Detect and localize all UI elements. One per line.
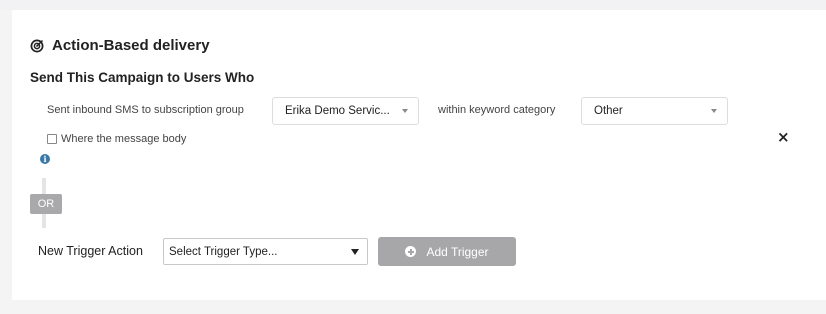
trigger-row: Sent inbound SMS to subscription group E… — [47, 97, 747, 125]
chevron-down-icon — [351, 249, 359, 255]
connector-line-bottom — [42, 214, 46, 228]
target-icon — [30, 39, 44, 52]
add-trigger-label: Add Trigger — [426, 244, 489, 259]
section-subtitle: Send This Campaign to Users Who — [30, 70, 255, 85]
connector-line-top — [42, 178, 46, 194]
new-trigger-label: New Trigger Action — [38, 244, 143, 258]
message-body-filter: Where the message body — [47, 133, 186, 145]
add-trigger-button[interactable]: Add Trigger — [378, 237, 516, 266]
chevron-down-icon — [711, 109, 717, 113]
trigger-type-value: Select Trigger Type... — [169, 246, 278, 258]
top-strip — [0, 0, 826, 10]
or-badge: OR — [30, 194, 62, 214]
keyword-category-label: within keyword category — [438, 104, 556, 116]
section-header: Action-Based delivery — [30, 37, 210, 54]
trigger-type-select[interactable]: Select Trigger Type... — [163, 238, 368, 265]
section-title: Action-Based delivery — [52, 37, 210, 54]
keyword-category-value: Other — [594, 105, 623, 117]
chevron-down-icon — [402, 109, 408, 113]
subscription-group-value: Erika Demo Servic... — [285, 105, 390, 117]
info-icon[interactable]: i — [40, 154, 50, 164]
close-icon[interactable]: × — [777, 129, 791, 145]
message-body-checkbox[interactable] — [47, 134, 57, 144]
subscription-group-select[interactable]: Erika Demo Servic... — [272, 97, 419, 125]
plus-circle-icon — [405, 246, 417, 257]
keyword-category-select[interactable]: Other — [581, 97, 728, 125]
message-body-label: Where the message body — [61, 133, 187, 145]
trigger-prefix-label: Sent inbound SMS to subscription group — [47, 104, 244, 116]
